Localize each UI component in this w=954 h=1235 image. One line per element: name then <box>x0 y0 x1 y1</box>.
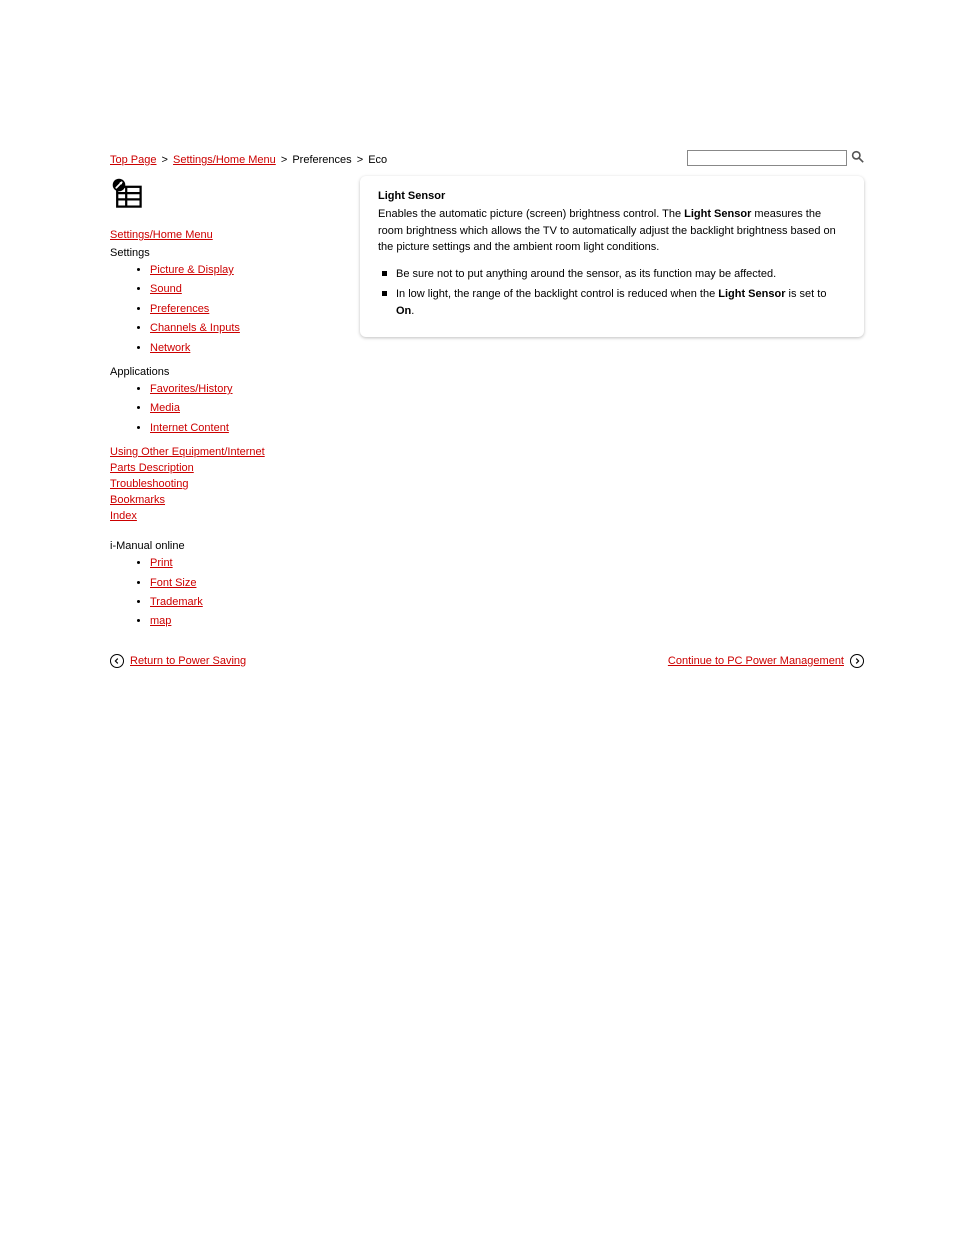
arrow-right-icon <box>850 654 864 668</box>
note-text: In low light, the range of the backlight… <box>396 288 718 300</box>
breadcrumb: Top Page > Settings/Home Menu > Preferen… <box>110 154 387 166</box>
body-text: Enables the automatic picture (screen) b… <box>378 208 684 220</box>
search-container <box>687 150 864 166</box>
nav-favorites-history[interactable]: Favorites/History <box>150 383 233 395</box>
nav-manual-list: Print Font Size Trademark map <box>110 556 320 630</box>
footer-prev[interactable]: Return to Power Saving <box>110 654 246 668</box>
note-item: In low light, the range of the backlight… <box>382 286 846 319</box>
nav-media[interactable]: Media <box>150 402 180 414</box>
footer-next-link[interactable]: Continue to PC Power Management <box>668 655 844 667</box>
footer-next[interactable]: Continue to PC Power Management <box>668 654 864 668</box>
note-item: Be sure not to put anything around the s… <box>382 266 846 283</box>
nav-index[interactable]: Index <box>110 510 320 522</box>
nav-print[interactable]: Print <box>150 557 173 569</box>
breadcrumb-top[interactable]: Top Page <box>110 154 156 166</box>
nav-settings-home[interactable]: Settings/Home Menu <box>110 229 320 241</box>
note-bold: On <box>396 305 411 317</box>
nav-channels-inputs[interactable]: Channels & Inputs <box>150 322 240 334</box>
note-bold: Light Sensor <box>718 288 785 300</box>
settings-icon <box>110 176 320 215</box>
footer-prev-link[interactable]: Return to Power Saving <box>130 655 246 667</box>
nav-trademark[interactable]: Trademark <box>150 596 203 608</box>
nav-bookmarks[interactable]: Bookmarks <box>110 494 320 506</box>
arrow-left-icon <box>110 654 124 668</box>
main-content: Light Sensor Enables the automatic pictu… <box>360 176 864 640</box>
breadcrumb-sep: > <box>355 154 365 166</box>
sidebar: Settings/Home Menu Settings Picture & Di… <box>110 176 320 640</box>
breadcrumb-eco: Eco <box>368 154 387 166</box>
note-text: is set to <box>785 288 826 300</box>
notes-list: Be sure not to put anything around the s… <box>378 266 846 320</box>
nav-network[interactable]: Network <box>150 342 190 354</box>
content-card: Light Sensor Enables the automatic pictu… <box>360 176 864 337</box>
nav-sub-imanual: i-Manual online <box>110 540 320 552</box>
nav-map[interactable]: map <box>150 615 171 627</box>
search-input[interactable] <box>687 150 847 166</box>
card-body: Enables the automatic picture (screen) b… <box>378 206 846 256</box>
nav-apps-list: Favorites/History Media Internet Content <box>110 382 320 436</box>
breadcrumb-preferences: Preferences <box>292 154 351 166</box>
nav-settings-list: Picture & Display Sound Preferences Chan… <box>110 263 320 356</box>
nav-parts-description[interactable]: Parts Description <box>110 462 320 474</box>
breadcrumb-settings[interactable]: Settings/Home Menu <box>173 154 276 166</box>
nav-preferences[interactable]: Preferences <box>150 303 209 315</box>
nav-troubleshooting[interactable]: Troubleshooting <box>110 478 320 490</box>
nav-internet-content[interactable]: Internet Content <box>150 422 229 434</box>
card-title: Light Sensor <box>378 190 846 202</box>
nav-font-size[interactable]: Font Size <box>150 577 196 589</box>
nav-other-equipment[interactable]: Using Other Equipment/Internet <box>110 446 320 458</box>
nav-sound[interactable]: Sound <box>150 283 182 295</box>
nav-sub-applications: Applications <box>110 366 320 378</box>
note-text: . <box>411 305 414 317</box>
breadcrumb-sep: > <box>160 154 170 166</box>
nav-picture-display[interactable]: Picture & Display <box>150 264 234 276</box>
body-bold1: Light Sensor <box>684 208 751 220</box>
nav-sub-settings: Settings <box>110 247 320 259</box>
search-icon[interactable] <box>851 150 864 166</box>
breadcrumb-sep: > <box>279 154 289 166</box>
